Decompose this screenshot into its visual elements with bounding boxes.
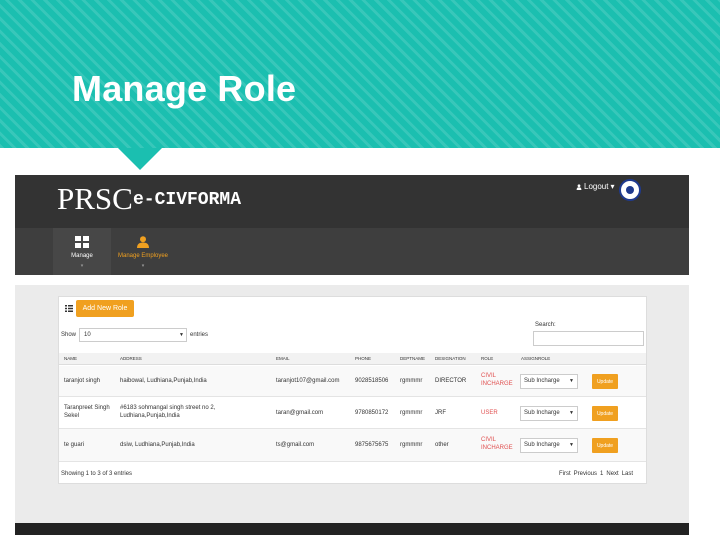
pagination-last[interactable]: Last <box>622 471 633 477</box>
cell-email: ts@gmail.com <box>276 442 315 448</box>
pagination-next[interactable]: Next <box>606 471 618 477</box>
column-header-address[interactable]: ADDRESS <box>120 356 142 361</box>
entries-select[interactable]: 10 ▼ <box>79 328 187 342</box>
column-header-deptname[interactable]: DEPTNAME <box>400 356 425 361</box>
panel-header: Add New Role <box>59 297 646 321</box>
nav-item-manage[interactable]: Manage ▾ <box>53 228 111 275</box>
chevron-down-icon: ▼ <box>569 378 574 384</box>
cell-designation: JRF <box>435 410 446 416</box>
app-footer-bar <box>15 523 689 535</box>
pagination-first[interactable]: First <box>559 471 571 477</box>
cell-designation: other <box>435 442 449 448</box>
content-strip <box>15 275 689 285</box>
cell-role: USER <box>481 410 498 416</box>
cell-role: CIVIL INCHARGE <box>481 437 513 451</box>
column-header-role[interactable]: ROLE <box>481 356 493 361</box>
title-banner: Manage Role <box>0 0 720 148</box>
banner-notch <box>118 148 162 170</box>
chevron-down-icon: ▼ <box>569 410 574 416</box>
chevron-down-icon: ▾ <box>610 182 615 191</box>
caret-down-icon: ▾ <box>80 263 84 269</box>
update-button[interactable]: Update <box>592 374 618 389</box>
update-button[interactable]: Update <box>592 406 618 421</box>
logout-label: Logout <box>584 182 609 191</box>
nav-item-manage-employee[interactable]: Manage Employee ▾ <box>113 228 173 275</box>
column-header-name[interactable]: NAME <box>64 356 77 361</box>
cell-address: #6183 sohmangal singh street no 2, Ludhi… <box>120 405 216 419</box>
column-header-designation[interactable]: DESIGNATION <box>435 356 466 361</box>
search-label: Search: <box>535 322 556 328</box>
caret-down-icon: ▾ <box>141 263 145 269</box>
cell-phone: 9028518506 <box>355 378 389 384</box>
assign-role-value: Sub Incharge <box>524 442 560 448</box>
column-header-email[interactable]: EMAIL <box>276 356 290 361</box>
cell-name: te guari <box>64 442 85 448</box>
assign-role-value: Sub Incharge <box>524 378 560 384</box>
main-nav: Manage ▾ Manage Employee ▾ <box>15 228 689 275</box>
slide-title: Manage Role <box>72 68 297 109</box>
entries-value: 10 <box>84 332 91 338</box>
grid-icon <box>75 236 89 248</box>
pagination-page[interactable]: 1 <box>600 471 603 477</box>
cell-phone: 9875675675 <box>355 442 389 448</box>
search-input[interactable] <box>533 331 644 346</box>
logout-link[interactable]: Logout ▾ <box>576 182 614 191</box>
table-info: Showing 1 to 3 of 3 entries <box>61 471 133 477</box>
column-header-phone[interactable]: PHONE <box>355 356 371 361</box>
table-header: NAME ADDRESS EMAIL PHONE DEPTNAME DESIGN… <box>59 353 646 365</box>
logo-prsc: PRSC <box>57 181 133 216</box>
nav-item-label: Manage <box>71 253 93 259</box>
assign-role-select[interactable]: Sub Incharge ▼ <box>520 406 578 421</box>
app-screenshot: PRSC e-CIVFORMA Logout ▾ Manage ▾ Manage… <box>15 175 689 535</box>
show-label: Show <box>61 332 77 338</box>
list-icon <box>65 305 73 312</box>
add-new-role-button[interactable]: Add New Role <box>76 300 134 317</box>
cell-phone: 9780850172 <box>355 410 389 416</box>
org-emblem-icon <box>619 179 641 201</box>
table-row: te guari dsiw, Ludhiana,Punjab,India ts@… <box>59 429 646 462</box>
assign-role-value: Sub Incharge <box>524 410 560 416</box>
cell-designation: DIRECTOR <box>435 378 467 384</box>
cell-dept: rgmmmr <box>400 378 423 384</box>
cell-email: taran@gmail.com <box>276 410 324 416</box>
chevron-down-icon: ▼ <box>179 332 184 338</box>
table-row: Taranpreet Singh Sekel #6183 sohmangal s… <box>59 397 646 429</box>
pagination-previous[interactable]: Previous <box>574 471 597 477</box>
assign-role-select[interactable]: Sub Incharge ▼ <box>520 374 578 389</box>
slide: Manage Role PRSC e-CIVFORMA Logout ▾ Man… <box>0 0 720 540</box>
chevron-down-icon: ▼ <box>569 442 574 448</box>
cell-dept: rgmmmr <box>400 410 423 416</box>
cell-name: Taranpreet Singh Sekel <box>64 405 110 419</box>
roles-panel: Add New Role Show 10 ▼ entries Search: N… <box>58 296 647 484</box>
update-button[interactable]: Update <box>592 438 618 453</box>
logo-subtitle: e-CIVFORMA <box>133 190 242 210</box>
user-icon <box>576 183 582 190</box>
assign-role-select[interactable]: Sub Incharge ▼ <box>520 438 578 453</box>
app-header: PRSC e-CIVFORMA Logout ▾ <box>15 175 689 228</box>
cell-dept: rgmmmr <box>400 442 423 448</box>
column-header-assignrole[interactable]: ASSIGNROLE <box>521 356 550 361</box>
pagination: First Previous 1 Next Last <box>559 471 633 477</box>
table-row: taranjot singh haibowal, Ludhiana,Punjab… <box>59 366 646 397</box>
nav-item-label: Manage Employee <box>117 253 169 259</box>
cell-address: dsiw, Ludhiana,Punjab,India <box>120 442 195 448</box>
cell-address: haibowal, Ludhiana,Punjab,India <box>120 378 207 384</box>
entries-label: entries <box>190 332 209 338</box>
cell-role: CIVIL INCHARGE <box>481 373 513 387</box>
user-icon <box>137 236 149 248</box>
cell-email: taranjot107@gmail.com <box>276 378 340 384</box>
cell-name: taranjot singh <box>64 378 101 384</box>
